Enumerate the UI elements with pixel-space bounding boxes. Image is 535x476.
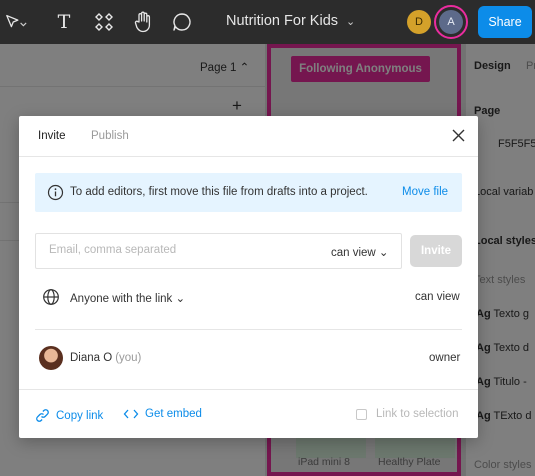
email-field-box[interactable]: can view ⌄ xyxy=(35,233,402,269)
member-name-text: Diana O xyxy=(70,352,113,364)
info-icon xyxy=(47,184,64,201)
file-title[interactable]: Nutrition For Kids ⌄ xyxy=(226,13,355,29)
tab-publish[interactable]: Publish xyxy=(91,130,129,142)
footer-divider xyxy=(19,389,478,390)
file-title-text: Nutrition For Kids xyxy=(226,13,339,29)
avatar-d[interactable]: D xyxy=(407,10,431,34)
text-tool-icon[interactable]: T xyxy=(52,10,76,34)
hand-tool-icon[interactable] xyxy=(131,10,155,34)
drafts-notice: To add editors, first move this file fro… xyxy=(35,173,462,212)
copy-link-button[interactable]: Copy link xyxy=(35,408,103,423)
code-icon xyxy=(123,409,139,419)
member-name: Diana O (you) xyxy=(70,352,141,364)
avatar xyxy=(39,346,63,370)
link-permission-dropdown[interactable]: can view xyxy=(415,291,460,303)
member-you-label: (you) xyxy=(115,352,142,364)
notice-text: To add editors, first move this file fro… xyxy=(70,186,368,198)
email-input[interactable] xyxy=(49,244,249,256)
share-modal: Invite Publish To add editors, first mov… xyxy=(19,116,478,438)
invite-button[interactable]: Invite xyxy=(410,235,462,267)
link-to-selection-label: Link to selection xyxy=(376,408,459,420)
get-embed-label: Get embed xyxy=(145,408,202,420)
close-icon xyxy=(452,129,464,141)
link-icon xyxy=(36,409,49,422)
globe-icon xyxy=(43,289,59,305)
comment-icon[interactable] xyxy=(170,10,194,34)
move-file-link[interactable]: Move file xyxy=(402,186,448,198)
link-to-selection-checkbox[interactable] xyxy=(356,409,367,420)
copy-link-label: Copy link xyxy=(56,409,104,422)
header-divider xyxy=(19,156,478,157)
close-button[interactable] xyxy=(449,126,467,144)
tab-invite[interactable]: Invite xyxy=(38,130,66,142)
top-toolbar: T Nutrition For Kids ⌄ D A Share xyxy=(0,0,535,44)
get-embed-button[interactable]: Get embed xyxy=(123,408,202,420)
chevron-down-icon: ⌄ xyxy=(346,16,356,28)
share-button[interactable]: Share xyxy=(478,6,532,38)
components-icon[interactable] xyxy=(92,10,116,34)
move-tool-icon[interactable] xyxy=(4,10,28,34)
members-divider xyxy=(35,329,462,330)
member-role: owner xyxy=(429,352,461,364)
link-access-dropdown[interactable]: Anyone with the link ⌄ xyxy=(70,291,185,305)
avatar-a[interactable]: A xyxy=(439,10,463,34)
invite-permission-dropdown[interactable]: can view ⌄ xyxy=(331,245,389,259)
